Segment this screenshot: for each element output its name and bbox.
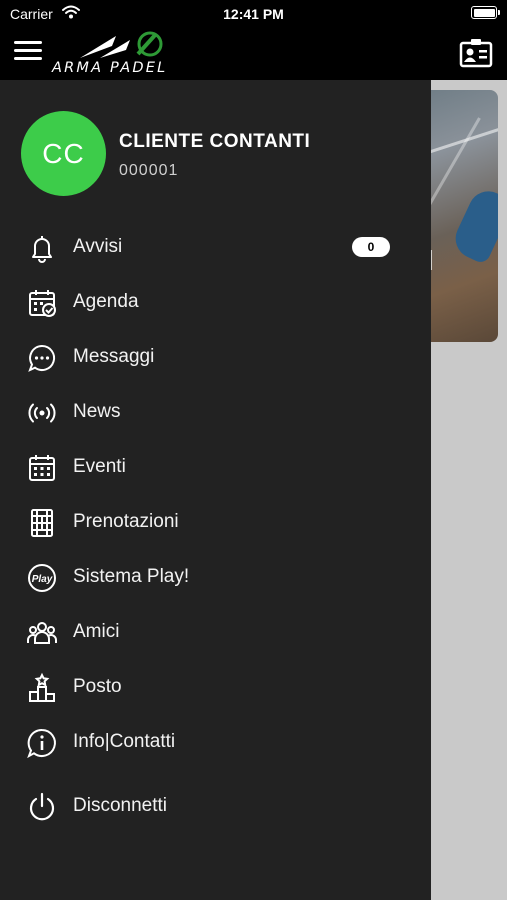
user-code: 000001 [119,162,179,179]
power-icon [26,791,58,823]
menu-label-news: News [73,401,121,422]
court-icon [26,507,58,539]
menu-label-eventi: Eventi [73,456,126,477]
app-logo: ARMA PADEL [52,30,198,78]
status-bar: Carrier 12:41 PM [0,0,507,28]
menu-item-avvisi[interactable]: Avvisi 0 [0,223,431,271]
battery-icon [471,6,500,19]
side-drawer: CC CLIENTE CONTANTI 000001 Avvisi 0 Agen… [0,80,431,900]
menu-item-info-contatti[interactable]: Info|Contatti [0,718,431,766]
user-name: CLIENTE CONTANTI [119,131,311,152]
top-bar: ARMA PADEL [0,28,507,80]
menu-label-messaggi: Messaggi [73,346,155,367]
menu-item-amici[interactable]: Amici [0,608,431,656]
friends-icon [26,617,58,649]
menu-item-news[interactable]: News [0,388,431,436]
bell-icon [26,232,58,264]
member-card-icon[interactable] [459,38,493,68]
clock: 12:41 PM [223,6,284,22]
broadcast-icon [26,397,58,429]
play-badge-icon: Play [26,562,58,594]
menu-label-avvisi: Avvisi [73,236,123,257]
menu-item-posto[interactable]: Posto [0,663,431,711]
svg-text:Play: Play [32,574,53,585]
hamburger-menu-icon[interactable] [14,40,42,62]
menu-item-disconnetti[interactable]: Disconnetti [0,782,431,830]
menu-label-posto: Posto [73,676,122,697]
calendar-grid-icon [26,452,58,484]
menu-label-amici: Amici [73,621,120,642]
menu-item-eventi[interactable]: Eventi [0,443,431,491]
menu-item-sistema-play[interactable]: Play Sistema Play! [0,553,431,601]
logo-text: ARMA PADEL [52,60,168,76]
info-icon [26,727,58,759]
menu-item-messaggi[interactable]: Messaggi [0,333,431,381]
notification-count-badge: 0 [352,237,390,257]
menu-item-prenotazioni[interactable]: Prenotazioni [0,498,431,546]
calendar-check-icon [26,287,58,319]
podium-icon [26,672,58,704]
menu-label-agenda: Agenda [73,291,139,312]
menu-label-sistema-play: Sistema Play! [73,566,190,587]
menu-label-info-contatti: Info|Contatti [73,731,176,752]
chat-bubble-icon [26,342,58,374]
menu-label-prenotazioni: Prenotazioni [73,511,179,532]
menu-label-disconnetti: Disconnetti [73,795,167,816]
avatar[interactable]: CC [21,111,106,196]
menu-item-agenda[interactable]: Agenda [0,278,431,326]
